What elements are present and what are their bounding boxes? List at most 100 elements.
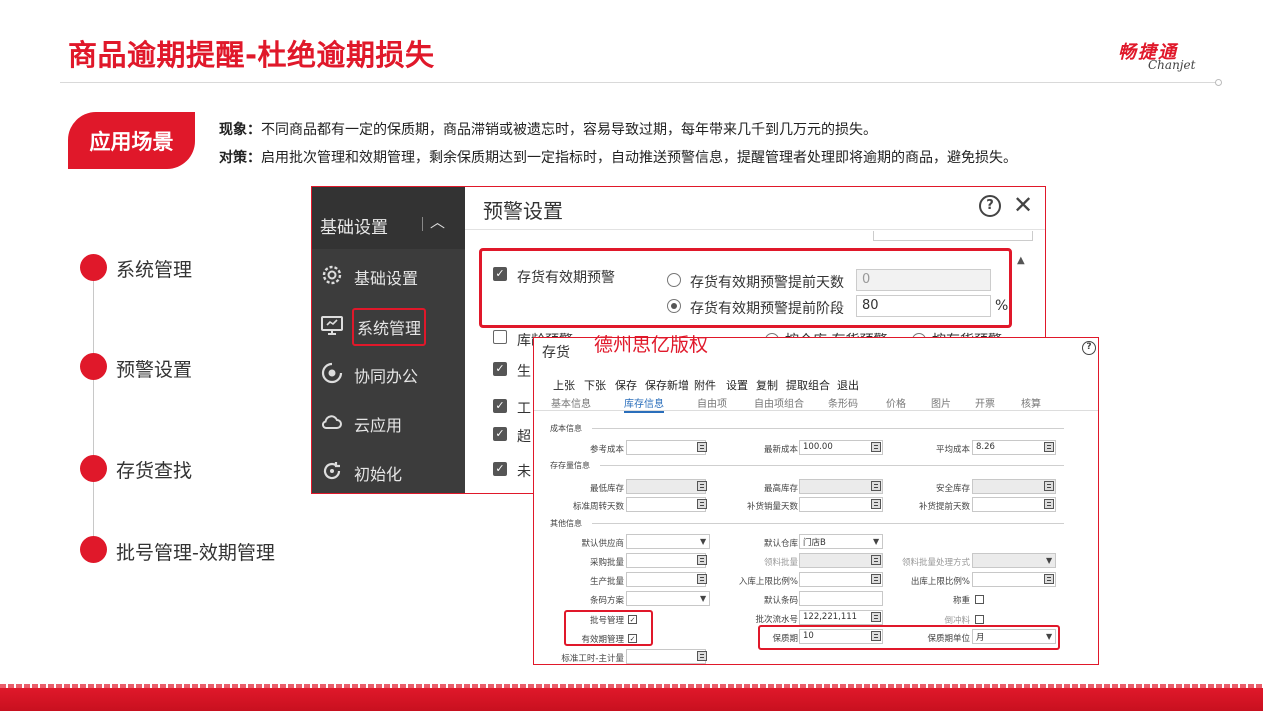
- calculator-icon[interactable]: [871, 481, 881, 491]
- weigh-label: 称重: [952, 596, 970, 606]
- help-icon[interactable]: ?: [979, 195, 1001, 217]
- weigh-checkbox[interactable]: [975, 595, 984, 604]
- section-stock: 存存量信息: [550, 461, 590, 470]
- tab-basic-info[interactable]: 基本信息: [551, 395, 591, 410]
- chevron-down-icon[interactable]: ▼: [1046, 556, 1052, 565]
- phenomenon-label: 现象：: [219, 122, 261, 138]
- calculator-icon[interactable]: [871, 442, 881, 452]
- std-turnover-days-field[interactable]: [626, 497, 706, 512]
- tab-invoice[interactable]: 开票: [975, 395, 995, 410]
- purchase-batch-field[interactable]: [626, 553, 706, 568]
- calculator-icon[interactable]: [1044, 442, 1054, 452]
- phenomenon-body: 不同商品都有一定的保质期，商品滞销或被遗忘时，容易导致过期，每年带来几千到几万元…: [261, 122, 877, 138]
- barcode-scheme-select[interactable]: [626, 591, 710, 606]
- chevron-down-icon[interactable]: ▼: [700, 537, 706, 546]
- material-batch-mode-select[interactable]: [972, 553, 1056, 568]
- std-hours-field[interactable]: [626, 649, 706, 664]
- safety-stock-label: 安全库存: [935, 484, 970, 494]
- tab-free-combo[interactable]: 自由项组合: [754, 395, 804, 410]
- tabs-divider: [534, 410, 1098, 411]
- settings-sidebar: 基础设置 ︿ 基础设置 系统管理 协同办公 云应用 初始化: [312, 187, 465, 493]
- partial-row-label: 工: [517, 401, 531, 417]
- toolbar-exit-button[interactable]: 退出: [837, 377, 859, 393]
- toolbar-save-new-button[interactable]: 保存新增: [645, 377, 689, 393]
- replenish-sales-days-label: 补货销量天数: [746, 502, 798, 512]
- sidebar-item-initialization[interactable]: 初始化: [312, 451, 465, 491]
- tab-accounting[interactable]: 核算: [1021, 395, 1041, 410]
- calculator-icon[interactable]: [871, 555, 881, 565]
- help-icon[interactable]: ?: [1082, 341, 1096, 355]
- material-batch-label: 领料批量: [763, 558, 798, 568]
- partial-row-checkbox[interactable]: ✓: [493, 399, 507, 413]
- toolbar-settings-button[interactable]: 设置: [726, 377, 748, 393]
- tab-price[interactable]: 价格: [886, 395, 906, 410]
- calculator-icon[interactable]: [697, 574, 707, 584]
- chevron-down-icon[interactable]: ▼: [700, 594, 706, 603]
- default-supplier-select[interactable]: [626, 534, 710, 549]
- timeline-step-batch-expiry: 批号管理-效期管理: [116, 542, 275, 564]
- ref-cost-field[interactable]: [626, 440, 706, 455]
- backflush-checkbox[interactable]: [975, 615, 984, 624]
- calculator-icon[interactable]: [871, 574, 881, 584]
- min-stock-field[interactable]: [626, 479, 706, 494]
- dialog-header-divider: [465, 229, 1045, 230]
- calculator-icon[interactable]: [1044, 499, 1054, 509]
- partial-row-checkbox[interactable]: ✓: [493, 362, 507, 376]
- partial-row-checkbox[interactable]: ✓: [493, 462, 507, 476]
- sidebar-item-label: 基础设置: [354, 269, 419, 288]
- chevron-up-icon[interactable]: ︿: [430, 211, 445, 232]
- calculator-icon[interactable]: [697, 481, 707, 491]
- chevron-down-icon[interactable]: ▼: [873, 537, 879, 546]
- scroll-up-icon[interactable]: ▲: [1017, 255, 1025, 266]
- toolbar-attachment-button[interactable]: 附件: [694, 377, 716, 393]
- partial-row-label: 未: [517, 464, 531, 480]
- default-warehouse-label: 默认仓库: [763, 539, 798, 549]
- header-divider-dot: [1215, 79, 1222, 86]
- calculator-icon[interactable]: [697, 651, 707, 661]
- calculator-icon[interactable]: [871, 499, 881, 509]
- timeline-dot: [80, 536, 107, 563]
- calculator-icon[interactable]: [697, 442, 707, 452]
- tab-barcode[interactable]: 条形码: [828, 395, 858, 410]
- min-stock-label: 最低库存: [589, 484, 624, 494]
- clipped-input[interactable]: [873, 231, 1033, 241]
- calculator-icon[interactable]: [1044, 574, 1054, 584]
- sidebar-item-system-management[interactable]: 系统管理: [312, 305, 465, 346]
- calculator-icon[interactable]: [697, 555, 707, 565]
- toolbar-extract-combo-button[interactable]: 提取组合: [786, 377, 830, 393]
- sidebar-item-basic-settings[interactable]: 基础设置: [312, 255, 465, 295]
- monitor-icon: [321, 316, 343, 335]
- section-divider: [592, 428, 1064, 429]
- partial-row-label: 超: [517, 429, 531, 445]
- default-warehouse-select[interactable]: 门店B: [799, 534, 883, 549]
- batch-serial-label: 批次流水号: [755, 615, 798, 625]
- section-cost: 成本信息: [550, 424, 582, 433]
- phenomenon-text: 现象：不同商品都有一定的保质期，商品滞销或被遗忘时，容易导致过期，每年带来几千到…: [219, 119, 877, 139]
- production-batch-field[interactable]: [626, 572, 706, 587]
- toolbar-save-button[interactable]: 保存: [615, 377, 637, 393]
- sidebar-item-cloud-apps[interactable]: 云应用: [312, 402, 465, 442]
- calculator-icon[interactable]: [697, 499, 707, 509]
- scene-badge: 应用场景: [68, 112, 195, 169]
- toolbar-next-button[interactable]: 下张: [584, 377, 606, 393]
- calculator-icon[interactable]: [871, 612, 881, 622]
- copyright-watermark: 德州思亿版权: [594, 334, 709, 356]
- sidebar-item-collaboration[interactable]: 协同办公: [312, 353, 465, 393]
- section-divider: [600, 465, 1064, 466]
- default-barcode-label: 默认条码: [763, 596, 798, 606]
- default-barcode-field[interactable]: [799, 591, 883, 606]
- highlight-shelf-life: [758, 625, 1060, 650]
- close-icon[interactable]: ✕: [1013, 191, 1033, 219]
- toolbar-prev-button[interactable]: 上张: [553, 377, 575, 393]
- max-stock-label: 最高库存: [763, 484, 798, 494]
- stock-age-warning-checkbox[interactable]: [493, 330, 507, 344]
- tab-images[interactable]: 图片: [931, 395, 951, 410]
- partial-row-checkbox[interactable]: ✓: [493, 427, 507, 441]
- sidebar-item-label: 系统管理: [352, 308, 427, 346]
- partial-row-label: 生: [517, 364, 531, 380]
- calculator-icon[interactable]: [1044, 481, 1054, 491]
- toolbar-copy-button[interactable]: 复制: [756, 377, 778, 393]
- sidebar-item-label: 初始化: [354, 465, 403, 484]
- strategy-label: 对策：: [219, 150, 261, 166]
- tab-free-items[interactable]: 自由项: [697, 395, 727, 410]
